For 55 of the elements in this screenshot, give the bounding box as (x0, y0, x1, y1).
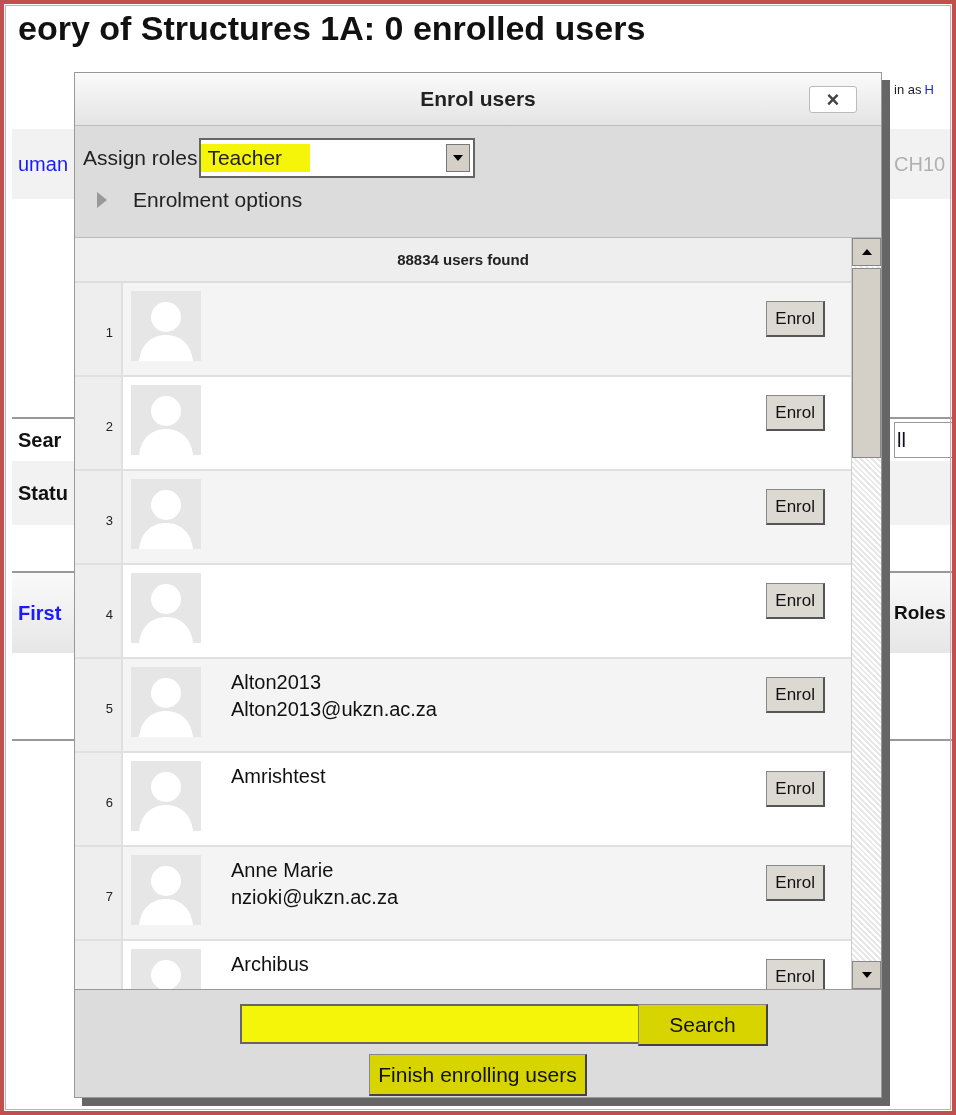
avatar-placeholder (131, 667, 201, 737)
scroll-down-button[interactable] (852, 961, 881, 989)
enrol-button[interactable]: Enrol (766, 489, 825, 525)
finish-button[interactable]: Finish enrolling users (369, 1054, 587, 1096)
avatar-placeholder (131, 479, 201, 549)
user-name: Alton2013 (231, 671, 323, 694)
enrol-button[interactable]: Enrol (766, 395, 825, 431)
course-code: CH10 (894, 152, 946, 176)
row-number-cell: 5 (75, 659, 123, 751)
down-arrow-icon (861, 972, 872, 978)
row-number-cell: 7 (75, 847, 123, 939)
enrolment-options-toggle[interactable]: Enrolment options (83, 188, 303, 212)
page-title: eory of Structures 1A: 0 enrolled users (17, 8, 647, 49)
results-count: 88834 users found (397, 251, 529, 268)
dialog-title: Enrol users (420, 87, 536, 111)
avatar-placeholder (131, 855, 201, 925)
enrol-button[interactable]: Enrol (766, 865, 825, 901)
search-button[interactable]: Search (638, 1004, 768, 1046)
up-arrow-icon (861, 249, 872, 255)
enrol-button[interactable]: Enrol (766, 583, 825, 619)
search-label: Sear (18, 428, 62, 452)
search-field[interactable] (240, 1004, 639, 1044)
enrol-button[interactable]: Enrol (766, 677, 825, 713)
login-text: in as (894, 82, 922, 97)
row-number-cell: 6 (75, 753, 123, 845)
row-number-cell: 1 (75, 283, 123, 375)
user-link[interactable]: H (924, 82, 934, 97)
enrol-button[interactable]: Enrol (766, 301, 825, 337)
dropdown-arrow-icon (453, 155, 464, 161)
scrollbar[interactable] (851, 238, 881, 989)
close-button[interactable]: × (809, 86, 857, 113)
row-number-cell: 4 (75, 565, 123, 657)
user-name: Amrishtest (231, 765, 327, 788)
user-name: Archibus (231, 953, 310, 976)
column-header: Roles (894, 602, 946, 624)
breadcrumb-link[interactable]: uman (18, 152, 69, 176)
status-label: Statu (18, 481, 68, 505)
enrol-button[interactable]: Enrol (766, 771, 825, 807)
scroll-up-button[interactable] (852, 238, 881, 266)
user-email: Alton2013@ukzn.ac.za (231, 698, 438, 721)
filter-field[interactable]: ll (894, 422, 952, 458)
avatar-placeholder (131, 761, 201, 831)
column-header-link[interactable]: First (18, 601, 62, 625)
avatar-placeholder (131, 385, 201, 455)
enrol-button[interactable]: Enrol (766, 959, 825, 989)
avatar-placeholder (131, 573, 201, 643)
role-select[interactable]: Teacher (199, 138, 476, 178)
row-number-cell: 3 (75, 471, 123, 563)
assign-roles-label: Assign roles (83, 146, 198, 170)
user-name: Anne Marie (231, 859, 335, 882)
triangle-icon (97, 192, 107, 208)
avatar-placeholder (131, 291, 201, 361)
scrollbar-thumb[interactable] (852, 268, 881, 458)
user-email: nzioki@ukzn.ac.za (231, 886, 400, 909)
row-number-cell: 2 (75, 377, 123, 469)
